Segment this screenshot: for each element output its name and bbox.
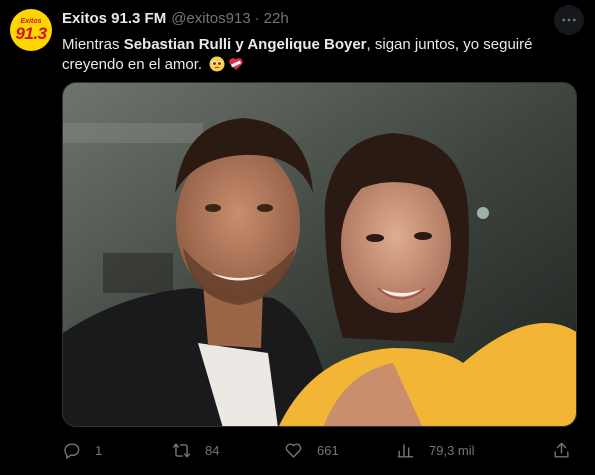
reply-button[interactable]: 1 [62, 437, 102, 463]
tweet[interactable]: Exitos 91.3 Exitos 91.3 FM @exitos913 · … [0, 0, 595, 475]
avatar-brand-number: 91.3 [15, 24, 47, 43]
reply-count: 1 [95, 442, 103, 458]
tweet-text-bold: Sebastian Rulli y Angelique Boyer [123, 36, 367, 53]
more-options-button[interactable] [554, 5, 584, 35]
views-icon [397, 443, 414, 458]
tweet-timestamp[interactable]: 22h [264, 10, 289, 27]
retweet-button[interactable]: 84 [172, 437, 219, 463]
avatar[interactable]: Exitos 91.3 [10, 9, 52, 51]
tweet-text: Mientras Sebastian Rulli y Angelique Boy… [62, 35, 577, 75]
share-icon [554, 442, 569, 458]
views-count: 79,3 mil [429, 442, 475, 458]
like-icon [285, 442, 302, 458]
mending-heart-emoji [229, 58, 243, 70]
header-separator: · [254, 10, 260, 27]
views-button[interactable]: 79,3 mil [396, 437, 475, 463]
photo-couple-selfie [63, 83, 576, 426]
more-icon [562, 18, 576, 22]
user-handle[interactable]: @exitos913 [171, 10, 250, 27]
tweet-photo[interactable] [62, 82, 577, 427]
like-count: 661 [317, 442, 339, 458]
retweet-icon [172, 442, 191, 458]
tweet-actions: 1 84 661 79,3 mil [62, 437, 577, 463]
tweet-header: Exitos 91.3 FM @exitos913 · 22h [62, 10, 289, 30]
share-button[interactable] [552, 437, 571, 463]
like-button[interactable]: 661 [284, 437, 339, 463]
retweet-count: 84 [205, 442, 220, 458]
tweet-text-before: Mientras [62, 36, 124, 53]
pleading-face-emoji [209, 56, 225, 72]
display-name[interactable]: Exitos 91.3 FM [62, 10, 166, 27]
reply-icon [64, 442, 80, 459]
